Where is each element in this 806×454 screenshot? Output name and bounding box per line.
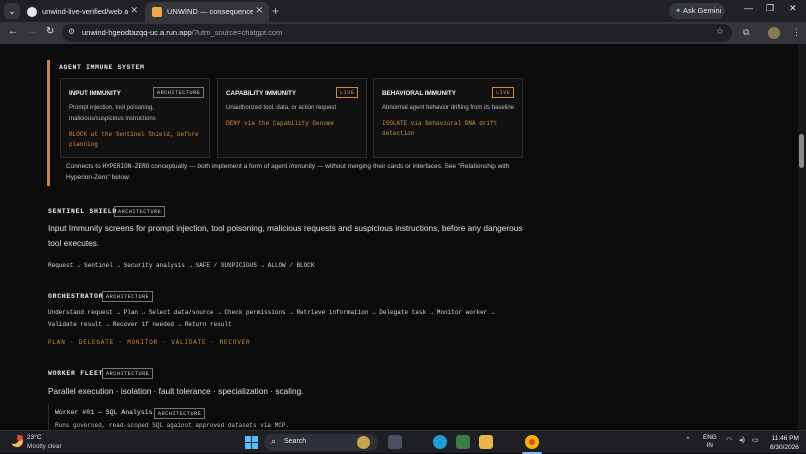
bookmark-star-icon[interactable]: ☆	[716, 26, 724, 37]
tab-unwind[interactable]: UNWIND — consequence cle... ✕	[145, 2, 269, 22]
live-badge: LIVE	[336, 87, 359, 98]
ask-gemini-button[interactable]: ✦ Ask Gemini	[669, 3, 725, 19]
clock-time: 11:46 PM	[771, 435, 799, 442]
worker-fleet-lead: Parallel execution · isolation · fault t…	[48, 386, 304, 396]
architecture-badge: ARCHITECTURE	[153, 87, 205, 98]
search-icon: ⌕	[271, 436, 277, 446]
note-code: HYPERION-ZERO	[102, 163, 150, 170]
architecture-badge: ARCHITECTURE	[154, 408, 206, 419]
search-label: Search	[284, 438, 307, 445]
page-scrollbar[interactable]	[798, 44, 806, 430]
url-host: unwind-hgeodtazqq-uc.a.run.app	[82, 28, 192, 37]
new-tab-button[interactable]: +	[272, 4, 279, 18]
tab-github[interactable]: unwind-live-verified/web at m... ✕	[20, 2, 144, 22]
card-description: Unauthorized tool, data, or action reque…	[226, 105, 337, 111]
sentinel-shield-title: SENTINEL SHIELD	[48, 208, 118, 215]
tab-title: UNWIND — consequence cle...	[167, 7, 253, 16]
extensions-icon[interactable]: ⧉	[743, 27, 749, 38]
windows-taskbar: 23°C Mostly clear ⌕ Search ⌃ ENG IN ◠ ◂)…	[0, 430, 806, 454]
back-icon[interactable]: ←	[8, 26, 18, 37]
card-action: DENY via the Capability Genome	[226, 120, 335, 127]
sentinel-flow: Request → Sentinel → Security analysis →…	[48, 262, 315, 269]
orchestrator-phases: PLAN · DELEGATE · MONITOR · VALIDATE · R…	[48, 339, 251, 346]
windows-start-icon[interactable]	[245, 436, 258, 449]
language-code: ENG	[703, 434, 717, 441]
gemini-icon: ✦	[675, 6, 682, 15]
orchestrator-flow-line-2: Validate result → Recover if needed → Re…	[48, 321, 232, 328]
profile-avatar[interactable]	[768, 27, 780, 39]
restore-icon[interactable]: ❐	[766, 3, 774, 14]
card-behavioral-immunity: BEHAVIORAL IMMUNITY LIVE Abnormal agent …	[373, 78, 523, 158]
hyperion-note: Connects to HYPERION-ZERO conceptually —…	[66, 161, 524, 183]
card-title: INPUT IMMUNITY	[69, 90, 121, 97]
tab-search-button[interactable]: ⌄	[4, 3, 20, 19]
worker-title: Worker #01 — SQL Analysis	[55, 409, 153, 416]
scrollbar-thumb[interactable]	[799, 134, 804, 168]
card-description: Prompt injection, tool poisoning, malici…	[69, 105, 156, 122]
close-tab-icon[interactable]: ✕	[130, 5, 138, 16]
edge-icon[interactable]	[433, 435, 447, 449]
architecture-badge: ARCHITECTURE	[102, 368, 154, 379]
card-description: Abnormal agent behavior drifting from it…	[382, 105, 515, 111]
github-icon	[27, 7, 37, 17]
store-icon[interactable]	[456, 435, 470, 449]
chrome-icon[interactable]	[525, 435, 539, 449]
menu-icon[interactable]: ⋮	[792, 27, 801, 38]
url-path: /?utm_source=chatgpt.com	[191, 28, 283, 37]
card-title: CAPABILITY IMMUNITY	[226, 90, 297, 97]
language-indicator[interactable]: ENG IN	[703, 434, 717, 450]
unwind-favicon-icon	[152, 7, 162, 17]
immune-accent-bar	[47, 60, 50, 186]
url-text: unwind-hgeodtazqq-uc.a.run.app/?utm_sour…	[82, 28, 282, 37]
ask-gemini-label: Ask Gemini	[682, 6, 722, 15]
forward-icon[interactable]: →	[27, 26, 37, 37]
tab-strip: ⌄ unwind-live-verified/web at m... ✕ UNW…	[0, 0, 806, 22]
battery-icon[interactable]: ▭	[752, 436, 759, 444]
weather-moon-icon[interactable]	[9, 434, 24, 449]
weather-temperature[interactable]: 23°C	[27, 434, 42, 441]
task-view-icon[interactable]	[388, 435, 402, 449]
close-tab-icon[interactable]: ✕	[255, 5, 263, 16]
card-capability-immunity: CAPABILITY IMMUNITY LIVE Unauthorized to…	[217, 78, 367, 158]
card-action: ISOLATE via Behavioral DNA drift detecti…	[382, 120, 498, 137]
reload-icon[interactable]: ↻	[46, 26, 54, 37]
system-clock[interactable]: 11:46 PM 8/30/2026	[770, 434, 799, 452]
immune-system-title: AGENT IMMUNE SYSTEM	[59, 64, 145, 71]
tab-title: unwind-live-verified/web at m...	[42, 7, 128, 16]
orchestrator-title: ORCHESTRATOR	[48, 293, 104, 300]
architecture-badge: ARCHITECTURE	[102, 291, 154, 302]
weather-description[interactable]: Mostly clear	[27, 443, 62, 450]
card-action: BLOCK at the Sentinel Shield, before pla…	[69, 131, 199, 148]
worker-accent-line	[48, 404, 49, 430]
close-window-icon[interactable]: ✕	[789, 3, 797, 14]
card-input-immunity: INPUT IMMUNITY ARCHITECTURE Prompt injec…	[60, 78, 210, 158]
minimize-icon[interactable]: —	[744, 3, 753, 13]
worker-fleet-title: WORKER FLEET	[48, 370, 104, 377]
site-info-icon[interactable]: ⚙	[68, 27, 75, 36]
clock-date: 8/30/2026	[770, 444, 799, 451]
wifi-icon[interactable]: ◠	[726, 436, 732, 444]
orchestrator-flow-line-1: Understand request → Plan → Select data/…	[48, 309, 495, 316]
volume-icon[interactable]: ◂)	[739, 436, 745, 444]
language-region: IN	[706, 442, 713, 449]
page-content: AGENT IMMUNE SYSTEM INPUT IMMUNITY ARCHI…	[0, 44, 798, 430]
live-badge: LIVE	[492, 87, 515, 98]
note-text: Connects to	[66, 163, 103, 170]
file-explorer-icon[interactable]	[479, 435, 493, 449]
search-highlight-icon	[357, 436, 370, 449]
address-bar[interactable]: ⚙ unwind-hgeodtazqq-uc.a.run.app/?utm_so…	[62, 24, 732, 42]
browser-toolbar: ← → ↻ ⚙ unwind-hgeodtazqq-uc.a.run.app/?…	[0, 22, 806, 44]
worker-description: Runs governed, read-scoped SQL against a…	[55, 422, 290, 429]
tray-chevron-up-icon[interactable]: ⌃	[685, 436, 691, 444]
architecture-badge: ARCHITECTURE	[114, 206, 166, 217]
card-title: BEHAVIORAL IMMUNITY	[382, 90, 456, 97]
taskbar-search[interactable]: ⌕ Search	[264, 434, 378, 451]
sentinel-lead: Input Immunity screens for prompt inject…	[48, 223, 523, 248]
